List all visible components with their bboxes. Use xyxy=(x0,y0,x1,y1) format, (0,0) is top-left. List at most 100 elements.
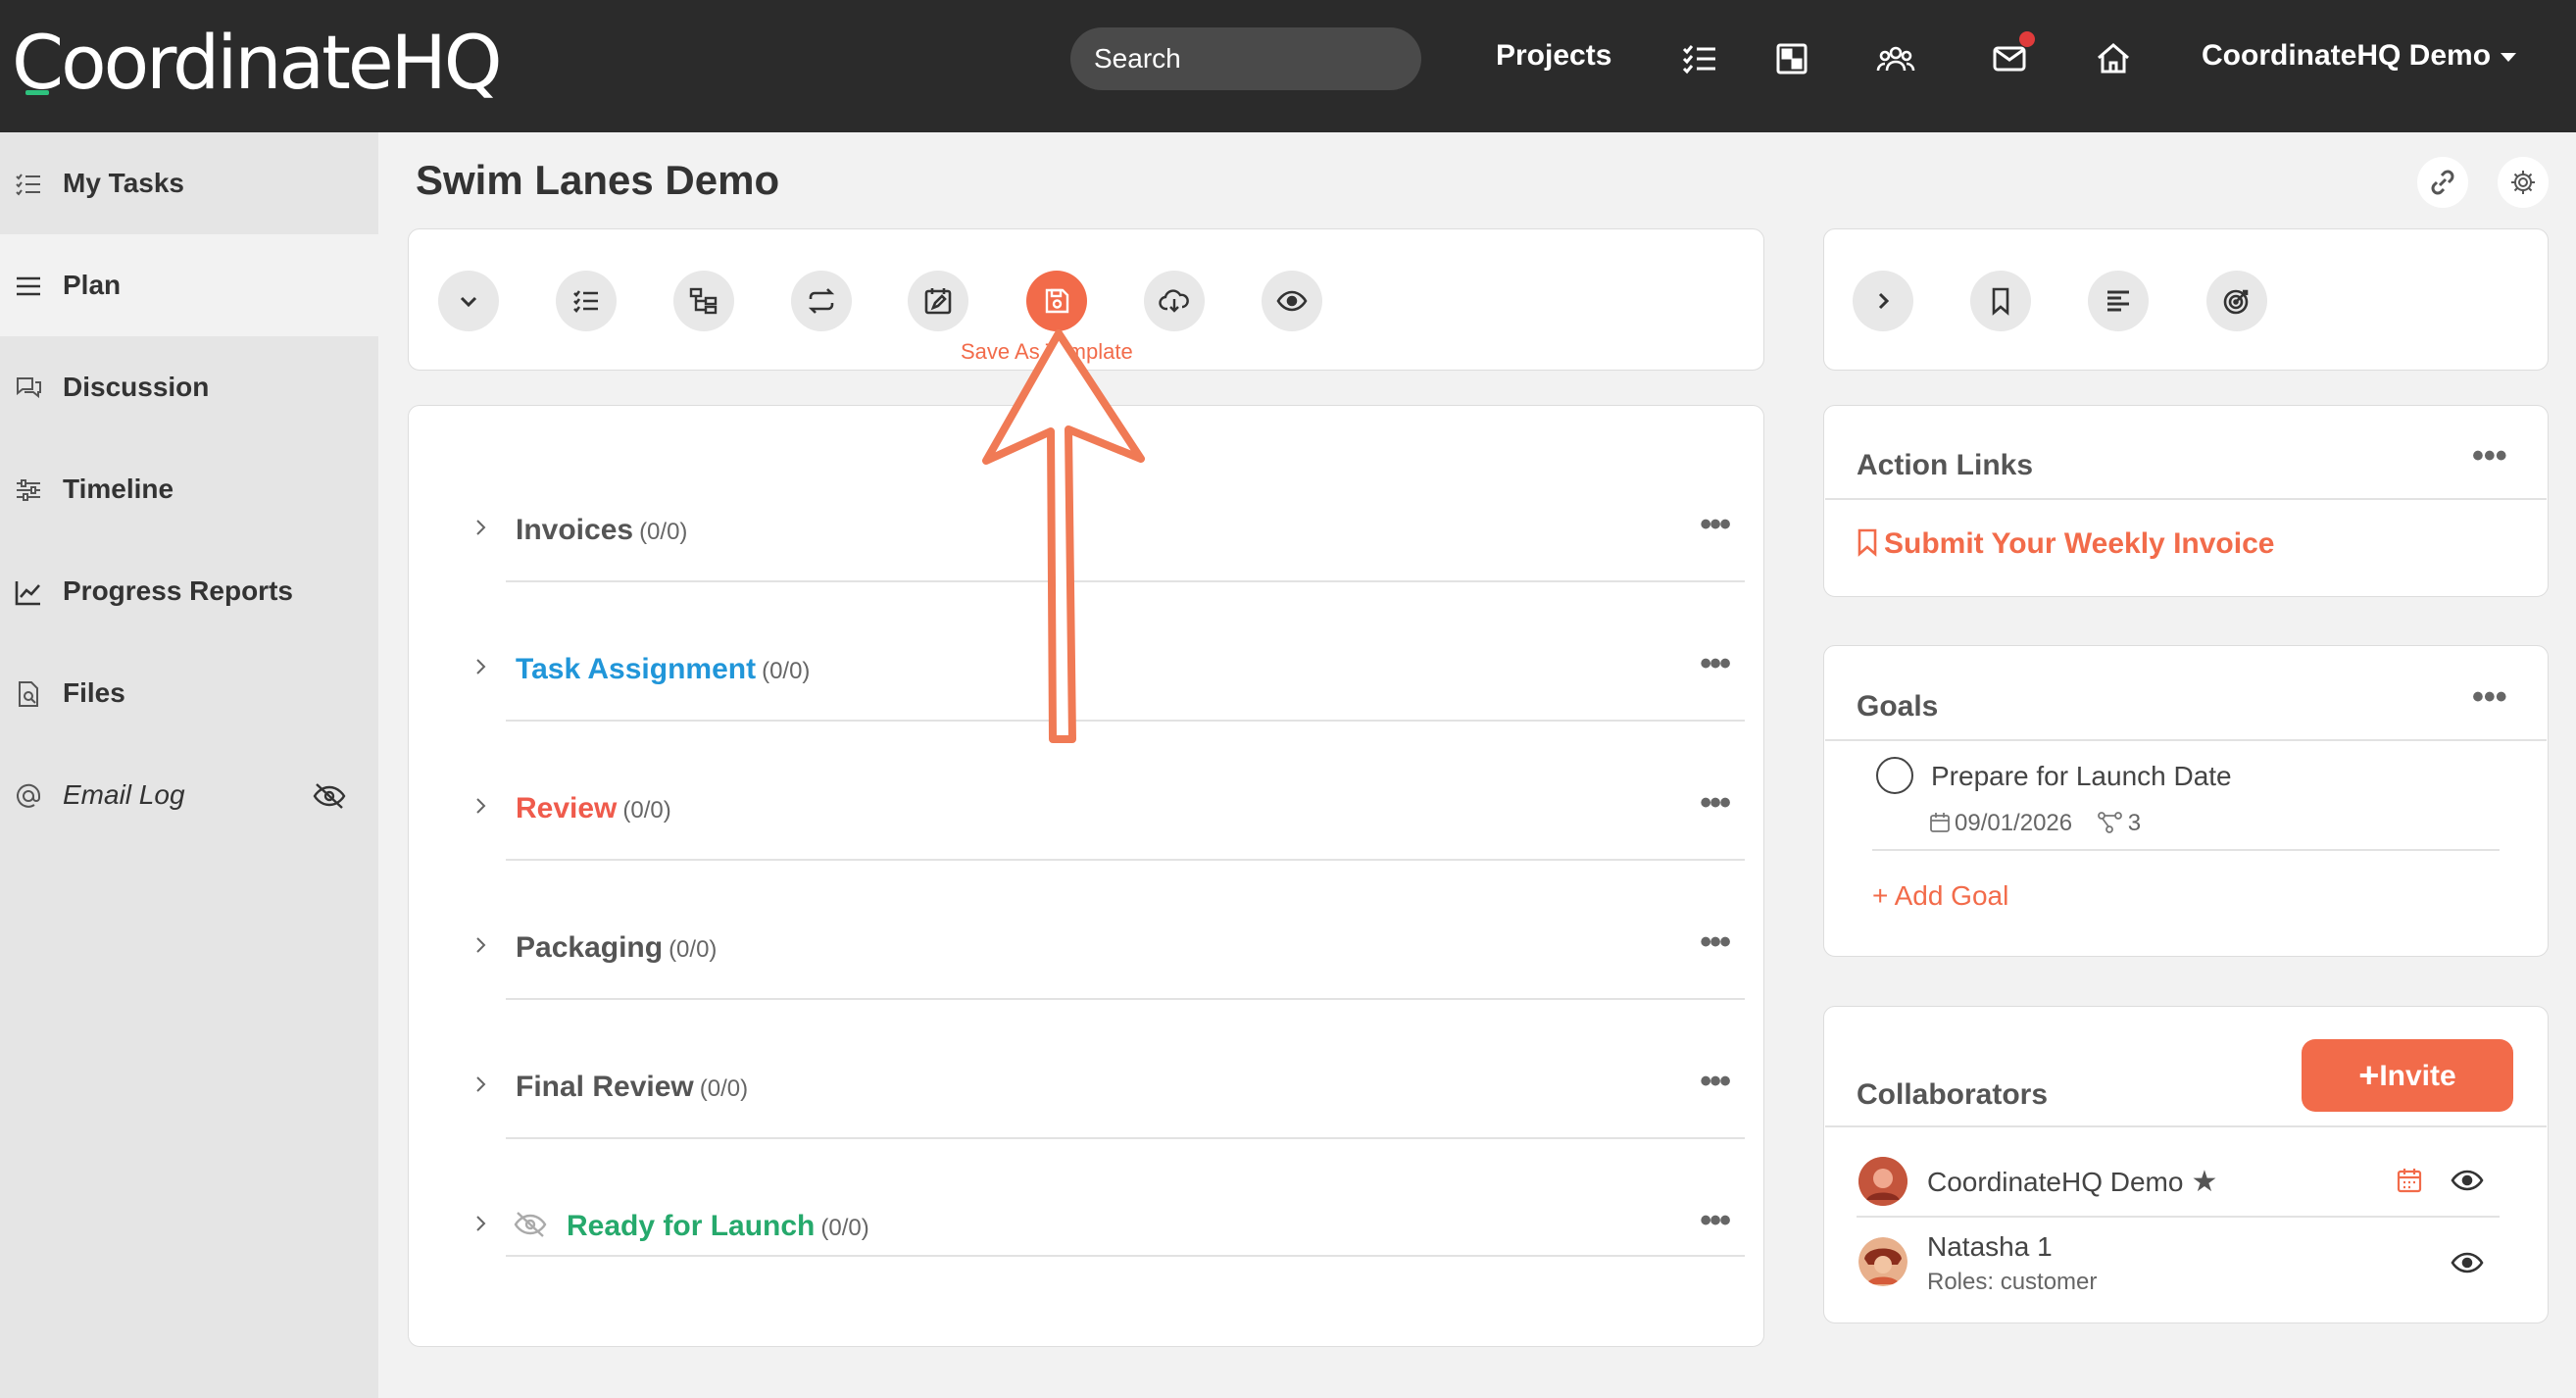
eye-icon[interactable] xyxy=(2451,1249,2484,1276)
lane-count: (0/0) xyxy=(669,936,718,963)
lane-packaging[interactable]: Packaging (0/0) ••• xyxy=(474,920,1745,1000)
goals-title: Goals xyxy=(1857,690,1939,723)
sidebar-item-plan[interactable]: Plan xyxy=(0,234,378,336)
home-icon[interactable] xyxy=(2094,39,2133,78)
chevron-right-icon[interactable] xyxy=(474,655,488,678)
lane-final-review[interactable]: Final Review (0/0) ••• xyxy=(474,1059,1745,1139)
align-button[interactable] xyxy=(2088,271,2149,331)
sidebar-item-timeline[interactable]: Timeline xyxy=(0,438,378,540)
search-input[interactable]: Search xyxy=(1070,27,1421,90)
top-bar: CoordinateHQ Search Projects CoordinateH… xyxy=(0,0,2576,132)
panel-divider xyxy=(1825,498,2547,500)
bookmark-icon xyxy=(1992,287,2009,316)
sidebar-item-files[interactable]: Files xyxy=(0,642,378,744)
more-options-icon[interactable]: ••• xyxy=(1700,506,1731,544)
more-options-icon[interactable]: ••• xyxy=(2472,678,2507,717)
collaborator-role: Roles: customer xyxy=(1927,1269,2098,1295)
calendar-icon[interactable] xyxy=(2396,1167,2423,1194)
goal-divider xyxy=(1872,849,2500,851)
at-icon xyxy=(14,781,43,811)
action-link[interactable]: Submit Your Weekly Invoice xyxy=(1857,527,2274,561)
plus-icon: + xyxy=(2358,1055,2380,1095)
lane-name[interactable]: Packaging (0/0) xyxy=(516,931,717,965)
sidebar-item-progress-reports[interactable]: Progress Reports xyxy=(0,540,378,642)
lane-count: (0/0) xyxy=(820,1215,869,1241)
goals-button[interactable] xyxy=(2206,271,2267,331)
link-icon xyxy=(2431,170,2454,195)
sidebar-item-label: Plan xyxy=(63,270,122,300)
chevron-right-icon[interactable] xyxy=(474,1212,488,1235)
eye-off-icon xyxy=(514,1212,547,1237)
settings-button[interactable] xyxy=(2498,157,2549,208)
repeat-button[interactable] xyxy=(791,271,852,331)
checklist-icon xyxy=(573,290,598,313)
lane-name[interactable]: Review (0/0) xyxy=(516,792,671,825)
lane-name[interactable]: Invoices (0/0) xyxy=(516,514,687,547)
lane-name[interactable]: Task Assignment (0/0) xyxy=(516,653,810,686)
user-menu[interactable]: CoordinateHQ Demo xyxy=(2202,39,2517,73)
sidebar-item-my-tasks[interactable]: My Tasks xyxy=(0,132,378,234)
chevron-down-icon xyxy=(2501,52,2517,62)
more-options-icon[interactable]: ••• xyxy=(1700,924,1731,962)
more-options-icon[interactable]: ••• xyxy=(1700,784,1731,823)
board-icon[interactable] xyxy=(1772,39,1811,78)
more-options-icon[interactable]: ••• xyxy=(1700,1063,1731,1101)
file-search-icon xyxy=(14,679,43,709)
task-list-icon xyxy=(14,170,43,199)
chevron-right-icon[interactable] xyxy=(474,933,488,957)
invite-label: Invite xyxy=(2379,1060,2456,1092)
lane-name[interactable]: Ready for Launch (0/0) xyxy=(567,1210,869,1243)
hierarchy-button[interactable] xyxy=(673,271,734,331)
bookmark-button[interactable] xyxy=(1970,271,2031,331)
chevron-right-icon[interactable] xyxy=(474,794,488,818)
lane-count: (0/0) xyxy=(699,1075,749,1102)
goal-name[interactable]: Prepare for Launch Date xyxy=(1931,761,2232,792)
lane-title: Task Assignment xyxy=(516,653,757,685)
team-icon[interactable] xyxy=(1876,39,1915,78)
sidebar-item-discussion[interactable]: Discussion xyxy=(0,336,378,438)
tasks-icon[interactable] xyxy=(1680,39,1719,78)
sidebar-item-email-log[interactable]: Email Log xyxy=(0,744,378,846)
expand-button[interactable] xyxy=(1853,271,1913,331)
align-left-icon xyxy=(2107,290,2129,312)
invite-button[interactable]: +Invite xyxy=(2302,1039,2513,1112)
logo-accent xyxy=(25,90,49,95)
gear-icon xyxy=(2511,171,2535,194)
lane-title: Review xyxy=(516,792,618,824)
calendar-icon xyxy=(1930,813,1950,832)
collaborator-name: Natasha 1 xyxy=(1927,1231,2053,1262)
save-as-template-button[interactable] xyxy=(1026,271,1087,331)
lane-name[interactable]: Final Review (0/0) xyxy=(516,1071,748,1104)
goal-checkbox[interactable] xyxy=(1876,757,1913,794)
lane-ready-for-launch[interactable]: Ready for Launch (0/0) ••• xyxy=(474,1198,1745,1267)
lane-review[interactable]: Review (0/0) ••• xyxy=(474,780,1745,861)
lane-count: (0/0) xyxy=(639,519,688,545)
more-options-icon[interactable]: ••• xyxy=(1700,1202,1731,1240)
more-options-icon[interactable]: ••• xyxy=(1700,645,1731,683)
target-icon xyxy=(2223,289,2249,315)
sidebar-item-label: Email Log xyxy=(63,779,185,810)
logo[interactable]: CoordinateHQ xyxy=(12,14,503,112)
eye-icon[interactable] xyxy=(2451,1167,2484,1194)
chat-icon xyxy=(14,374,43,403)
chevron-right-icon[interactable] xyxy=(474,1073,488,1096)
download-button[interactable] xyxy=(1144,271,1205,331)
action-links-title: Action Links xyxy=(1857,449,2034,481)
lane-title: Final Review xyxy=(516,1071,694,1103)
hierarchy-icon xyxy=(689,287,718,315)
lane-count: (0/0) xyxy=(622,797,671,824)
collapse-button[interactable] xyxy=(438,271,499,331)
add-goal-button[interactable]: + Add Goal xyxy=(1872,880,2008,912)
more-options-icon[interactable]: ••• xyxy=(2472,437,2507,475)
schedule-button[interactable] xyxy=(908,271,968,331)
visibility-button[interactable] xyxy=(1262,271,1322,331)
link-button[interactable] xyxy=(2417,157,2468,208)
eye-off-icon[interactable] xyxy=(312,781,347,811)
nav-projects-link[interactable]: Projects xyxy=(1496,39,1611,73)
panel-divider xyxy=(1825,739,2547,741)
eye-icon xyxy=(1276,290,1308,312)
sliders-icon xyxy=(14,475,43,505)
chevron-right-icon[interactable] xyxy=(474,516,488,539)
checklist-button[interactable] xyxy=(556,271,617,331)
cloud-download-icon xyxy=(1159,289,1189,313)
